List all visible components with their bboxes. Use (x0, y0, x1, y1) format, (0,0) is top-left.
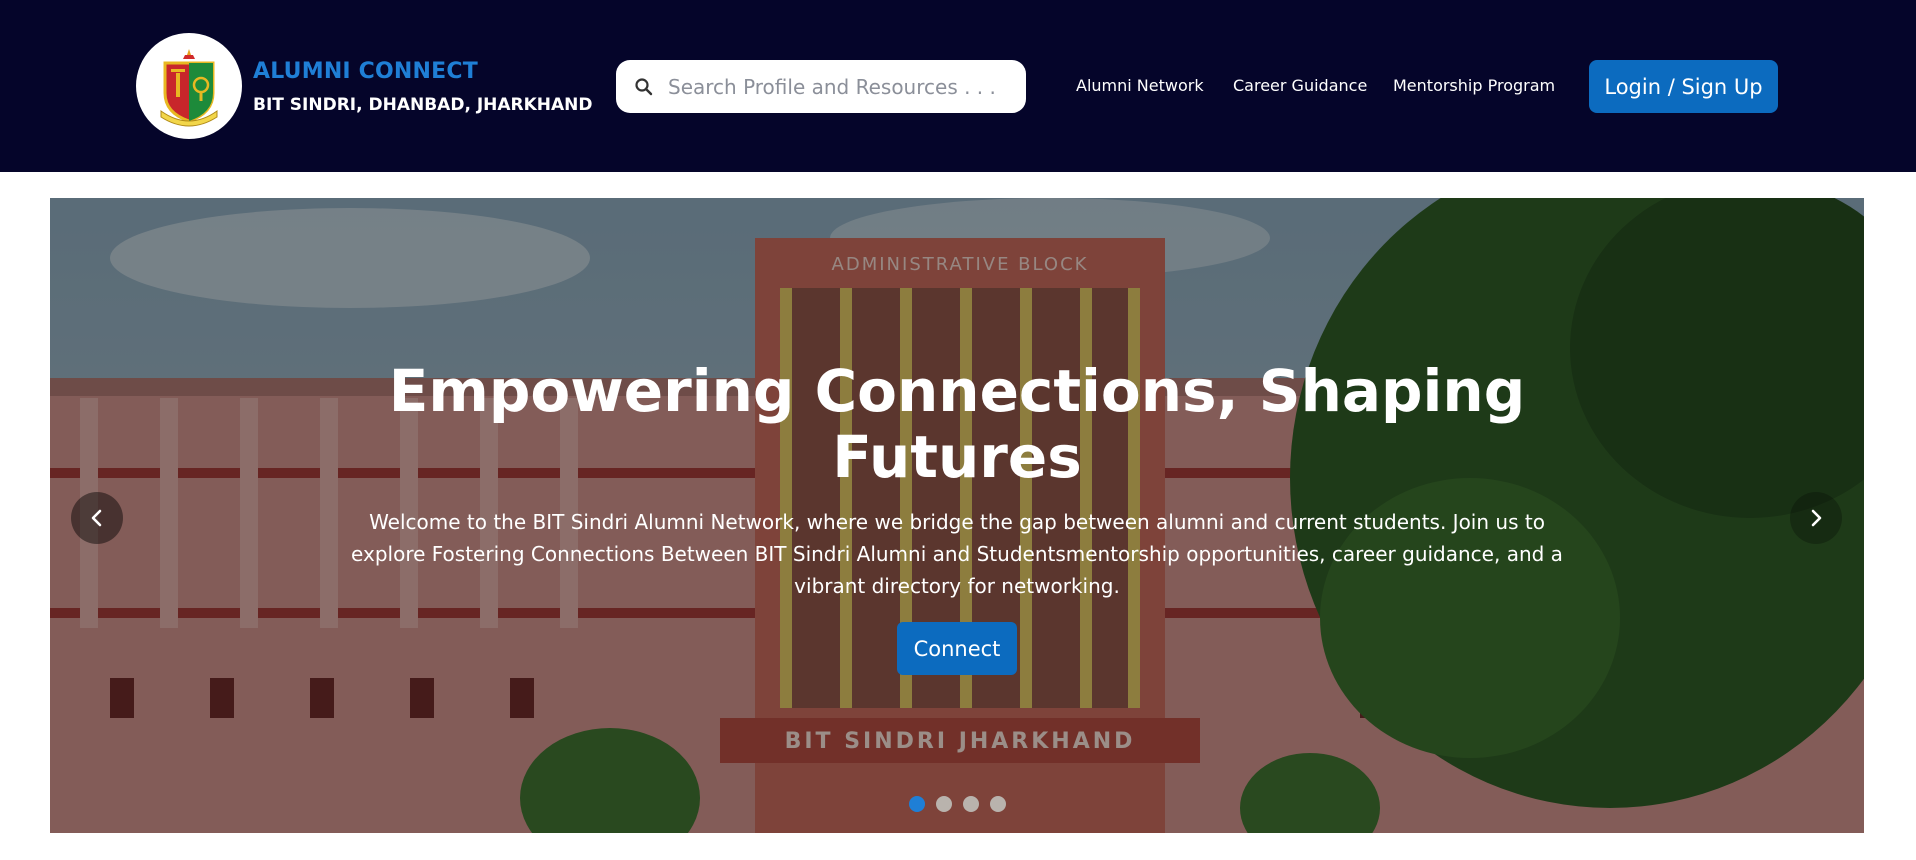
nav-mentorship-program[interactable]: Mentorship Program (1393, 76, 1555, 95)
search-input[interactable] (668, 60, 1008, 113)
search-icon (635, 78, 653, 96)
carousel-dot-4[interactable] (990, 796, 1006, 812)
hero-description: Welcome to the BIT Sindri Alumni Network… (351, 510, 1563, 598)
logo[interactable] (136, 33, 242, 139)
connect-button[interactable]: Connect (897, 622, 1017, 675)
chevron-left-icon (91, 509, 102, 527)
carousel-next-button[interactable] (1790, 492, 1842, 544)
nav-alumni-network[interactable]: Alumni Network (1076, 76, 1204, 95)
site-header: ALUMNI CONNECT BIT SINDRI, DHANBAD, JHAR… (0, 0, 1916, 172)
login-signup-button[interactable]: Login / Sign Up (1589, 60, 1778, 113)
nav-career-guidance[interactable]: Career Guidance (1233, 76, 1367, 95)
carousel-indicators (909, 796, 1006, 814)
college-crest-icon (160, 49, 218, 127)
brand-title: ALUMNI CONNECT (253, 59, 478, 84)
brand-subtitle: BIT SINDRI, DHANBAD, JHARKHAND (253, 95, 593, 115)
carousel-dot-1[interactable] (909, 796, 925, 812)
chevron-right-icon (1811, 509, 1822, 527)
hero-carousel: ADMINISTRATIVE BLOCK BIT SINDRI JHARKHAN… (50, 198, 1864, 833)
search-box[interactable] (616, 60, 1026, 113)
carousel-prev-button[interactable] (71, 492, 123, 544)
hero-title: Empowering Connections, Shaping Futures (388, 357, 1526, 491)
carousel-dot-2[interactable] (936, 796, 952, 812)
carousel-dot-3[interactable] (963, 796, 979, 812)
